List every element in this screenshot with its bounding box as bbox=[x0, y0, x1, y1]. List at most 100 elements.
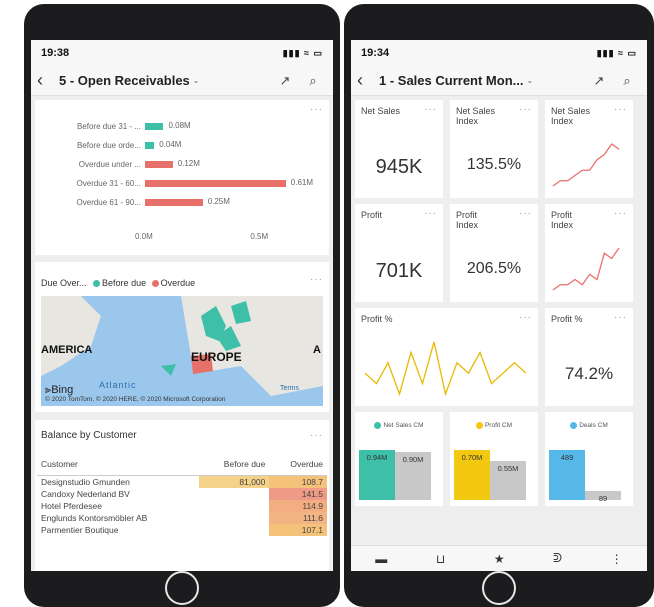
table-row[interactable]: Designstudio Gmunden 81,000 108.7 bbox=[37, 475, 327, 488]
map[interactable]: AMERICA EUROPE A Atlantic ⫸Bing Terms © … bbox=[41, 296, 323, 406]
tile-net-sales-index[interactable]: Net Sales Index ··· 135.5% bbox=[450, 100, 538, 198]
more-options-icon[interactable]: ··· bbox=[614, 104, 627, 115]
expand-icon[interactable]: ↗ bbox=[271, 73, 299, 89]
bar-value-label: 0.61M bbox=[290, 178, 313, 187]
home-button[interactable] bbox=[482, 571, 516, 605]
bar-category-label: Overdue 61 - 90... bbox=[76, 198, 141, 207]
map-copyright: © 2020 TomTom, © 2020 HERE, © 2020 Micro… bbox=[45, 396, 226, 403]
receivables-bar-chart-card[interactable]: ··· Before due 31 - ... 0.08M Before due o… bbox=[35, 100, 329, 255]
bar-row[interactable]: Before due orde... 0.04M bbox=[35, 139, 329, 153]
mini-bar[interactable]: 489 bbox=[549, 450, 585, 500]
column-header-overdue[interactable]: Overdue bbox=[269, 458, 327, 476]
bar[interactable] bbox=[145, 142, 155, 149]
bar-category-label: Overdue 31 - 60... bbox=[76, 179, 141, 188]
sparkline-series bbox=[552, 247, 620, 291]
balance-table-card[interactable]: Balance by Customer ··· Customer Before … bbox=[35, 420, 329, 571]
more-options-icon[interactable]: ··· bbox=[310, 274, 323, 285]
table-row[interactable]: Hotel Pferdesee 114.9 bbox=[37, 500, 327, 512]
phone-right-screen: 19:34 ▮▮▮ ≈ ▭ ‹ 1 - Sales Current Mon...… bbox=[351, 40, 647, 571]
back-icon[interactable]: ‹ bbox=[357, 70, 379, 91]
tile-profit[interactable]: Profit ··· 701K bbox=[355, 204, 443, 302]
search-icon[interactable]: ⌕ bbox=[299, 73, 327, 89]
table-row[interactable]: Candoxy Nederland BV 141.5 bbox=[37, 488, 327, 500]
tile-profit-pct[interactable]: Profit % ··· 74.2% bbox=[545, 308, 633, 406]
tile-title: Net Sales Index bbox=[551, 106, 591, 126]
mini-bar-chart-tile[interactable]: Profit CM 0.70M 0.55M bbox=[450, 412, 538, 506]
bar-row[interactable]: Overdue 61 - 90... 0.25M bbox=[35, 196, 329, 210]
user-icon[interactable]: ᕲ bbox=[553, 551, 562, 566]
mini-bar-value-label: 489 bbox=[560, 453, 574, 462]
mini-chart-legend: Profit CM bbox=[450, 422, 538, 429]
tile-value: 135.5% bbox=[466, 156, 522, 173]
cart-icon[interactable]: ⊔ bbox=[436, 552, 445, 566]
mini-bar[interactable]: 0.90M bbox=[395, 452, 431, 500]
more-options-icon[interactable]: ··· bbox=[310, 104, 323, 115]
more-options-icon[interactable]: ··· bbox=[310, 430, 323, 441]
x-tick-label: 0.0M bbox=[135, 232, 153, 241]
legend-overdue: Overdue bbox=[151, 278, 195, 288]
more-options-icon[interactable]: ··· bbox=[614, 312, 627, 323]
balance-table: Customer Before due Overdue Designstudio… bbox=[37, 458, 327, 536]
bar-row[interactable]: Overdue under ... 0.12M bbox=[35, 158, 329, 172]
mini-bar-value-label: 0.90M bbox=[402, 455, 424, 465]
status-icons: ▮▮▮ ≈ ▭ bbox=[596, 47, 637, 58]
dashboard-title[interactable]: 1 - Sales Current Mon... bbox=[379, 73, 523, 88]
map-label-edge: A bbox=[313, 344, 321, 356]
bar-row[interactable]: Before due 31 - ... 0.08M bbox=[35, 120, 329, 134]
more-vertical-icon[interactable]: ⋮ bbox=[611, 552, 623, 566]
tile-profit-pct-chart[interactable]: Profit % ··· bbox=[355, 308, 538, 406]
map-card[interactable]: Due Over... Before due Overdue ··· AMERI… bbox=[35, 262, 329, 412]
more-options-icon[interactable]: ··· bbox=[614, 208, 627, 219]
more-options-icon[interactable]: ··· bbox=[424, 104, 437, 115]
chat-icon[interactable]: ▬ bbox=[375, 552, 387, 566]
map-terms-link[interactable]: Terms bbox=[280, 385, 299, 392]
tile-value: 74.2% bbox=[564, 364, 614, 383]
sparkline-series bbox=[552, 143, 620, 187]
phone-left-screen: 19:38 ▮▮▮ ≈ ▭ ‹ 5 - Open Receivables ⌄ ↗… bbox=[31, 40, 333, 571]
mini-bar[interactable]: 0.70M bbox=[454, 450, 490, 500]
tile-title: Profit bbox=[361, 210, 383, 220]
bar-value-label: 0.08M bbox=[168, 121, 191, 130]
more-options-icon[interactable]: ··· bbox=[519, 312, 532, 323]
mini-bar[interactable]: 0.55M bbox=[490, 460, 526, 500]
back-icon[interactable]: ‹ bbox=[37, 70, 59, 91]
mini-bar-chart-tile[interactable]: Deals CM 489 89 bbox=[545, 412, 633, 506]
phone-right: 19:34 ▮▮▮ ≈ ▭ ‹ 1 - Sales Current Mon...… bbox=[344, 4, 654, 607]
more-options-icon[interactable]: ··· bbox=[424, 208, 437, 219]
tile-profit-index[interactable]: Profit Index ··· 206.5% bbox=[450, 204, 538, 302]
app-bar: ‹ 5 - Open Receivables ⌄ ↗ ⌕ bbox=[31, 66, 333, 96]
bar-row[interactable]: Overdue 31 - 60... 0.61M bbox=[35, 177, 329, 191]
table-title: Balance by Customer bbox=[41, 430, 137, 441]
more-options-icon[interactable]: ··· bbox=[519, 104, 532, 115]
bar[interactable] bbox=[145, 123, 164, 130]
home-button[interactable] bbox=[165, 571, 199, 605]
mini-bar-chart-tile[interactable]: Net Sales CM 0.94M 0.90M bbox=[355, 412, 443, 506]
table-row[interactable]: Englunds Kontorsmöbler AB 111.6 bbox=[37, 512, 327, 524]
bar[interactable] bbox=[145, 199, 203, 206]
report-title[interactable]: 5 - Open Receivables bbox=[59, 73, 190, 88]
tile-net-sales[interactable]: Net Sales ··· 945K bbox=[355, 100, 443, 198]
mini-bar[interactable]: 0.94M bbox=[359, 450, 395, 500]
chevron-down-icon[interactable]: ⌄ bbox=[193, 76, 200, 85]
tile-net-sales-index-chart[interactable]: Net Sales Index ··· bbox=[545, 100, 633, 198]
tile-title: Net Sales bbox=[361, 106, 401, 116]
mini-bar[interactable]: 89 bbox=[585, 490, 621, 503]
profit-index-sparkline bbox=[552, 247, 620, 291]
bar[interactable] bbox=[145, 161, 173, 168]
favorite-star-icon[interactable]: ★ bbox=[494, 552, 505, 566]
tile-value: 701K bbox=[375, 260, 423, 282]
expand-icon[interactable]: ↗ bbox=[585, 73, 613, 89]
search-icon[interactable]: ⌕ bbox=[613, 73, 641, 89]
mini-bar-value-label: 89 bbox=[598, 493, 608, 503]
column-header-before-due[interactable]: Before due bbox=[199, 458, 269, 476]
table-row[interactable]: Parmentier Boutique 107.1 bbox=[37, 524, 327, 536]
more-options-icon[interactable]: ··· bbox=[519, 208, 532, 219]
tile-value: 945K bbox=[375, 156, 423, 178]
tile-profit-index-chart[interactable]: Profit Index ··· bbox=[545, 204, 633, 302]
column-header-customer[interactable]: Customer bbox=[37, 458, 199, 476]
bar-value-label: 0.25M bbox=[207, 197, 230, 206]
phone-left: 19:38 ▮▮▮ ≈ ▭ ‹ 5 - Open Receivables ⌄ ↗… bbox=[24, 4, 340, 607]
chevron-down-icon[interactable]: ⌄ bbox=[526, 76, 533, 85]
tile-title: Net Sales Index bbox=[456, 106, 496, 126]
bar[interactable] bbox=[145, 180, 286, 187]
